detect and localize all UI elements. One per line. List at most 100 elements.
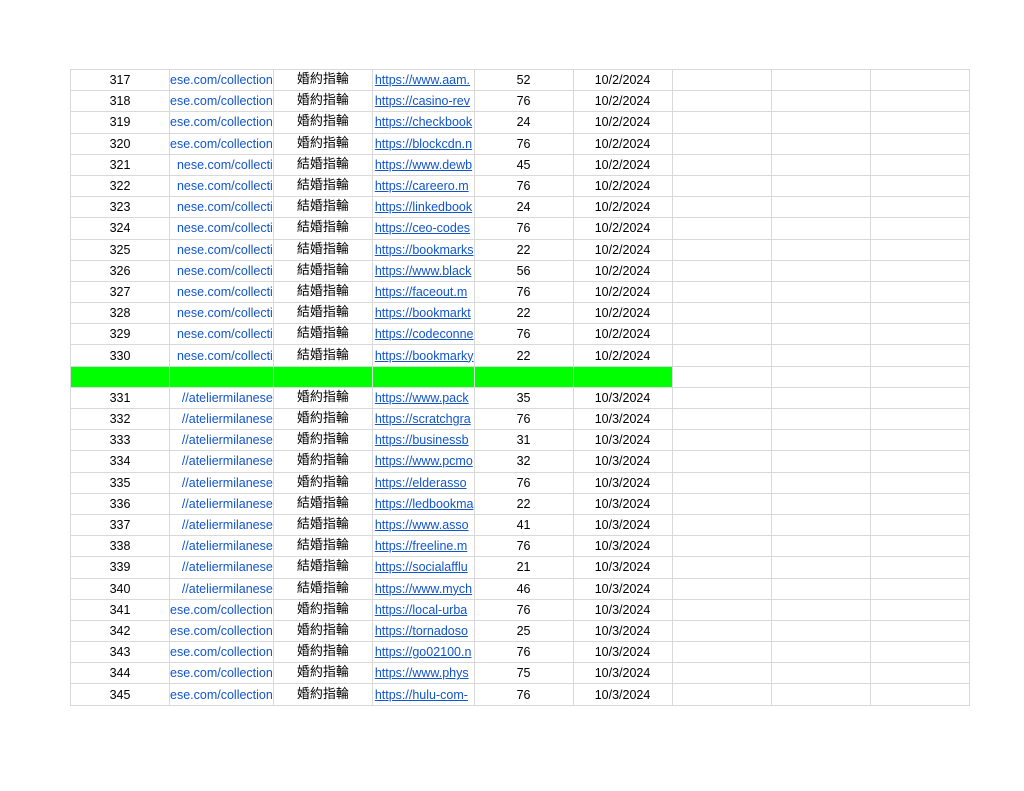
- date-cell[interactable]: 10/3/2024: [572, 556, 673, 579]
- page-url-cell[interactable]: ese.com/collection: [169, 111, 274, 134]
- highlighted-cell[interactable]: [272, 365, 373, 388]
- page-url-cell[interactable]: nese.com/collecti: [169, 196, 274, 219]
- backlink-url-link[interactable]: https://linkedbook: [375, 200, 472, 214]
- backlink-url-cell[interactable]: https://careero.m: [371, 174, 475, 198]
- backlink-url-link[interactable]: https://elderasso: [375, 476, 467, 490]
- empty-cell[interactable]: [869, 577, 970, 600]
- page-url-cell[interactable]: ese.com/collection: [169, 683, 274, 706]
- row-number-cell[interactable]: 337: [70, 513, 170, 537]
- empty-cell[interactable]: [869, 196, 970, 219]
- score-cell[interactable]: 76: [473, 280, 574, 304]
- empty-cell[interactable]: [770, 323, 871, 346]
- empty-cell[interactable]: [869, 68, 970, 92]
- keyword-cell[interactable]: 婚約指輪: [272, 68, 373, 92]
- backlink-url-cell[interactable]: https://www.dewb: [371, 153, 475, 176]
- date-cell[interactable]: 10/2/2024: [572, 217, 673, 240]
- score-cell[interactable]: 24: [473, 111, 574, 134]
- empty-cell[interactable]: [671, 641, 772, 664]
- row-number-cell[interactable]: 342: [70, 619, 170, 643]
- empty-cell[interactable]: [770, 280, 871, 304]
- date-cell[interactable]: 10/2/2024: [572, 153, 673, 176]
- backlink-url-link[interactable]: https://casino-rev: [375, 94, 470, 108]
- row-number-cell[interactable]: 328: [70, 302, 170, 325]
- empty-cell[interactable]: [869, 429, 970, 452]
- score-cell[interactable]: 76: [473, 174, 574, 198]
- empty-cell[interactable]: [671, 196, 772, 219]
- backlink-url-link[interactable]: https://ceo-codes: [375, 221, 470, 235]
- page-url-cell[interactable]: nese.com/collecti: [169, 302, 274, 325]
- empty-cell[interactable]: [869, 280, 970, 304]
- backlink-url-cell[interactable]: https://scratchgra: [371, 407, 475, 431]
- empty-cell[interactable]: [770, 217, 871, 240]
- empty-cell[interactable]: [770, 365, 871, 388]
- keyword-cell[interactable]: 婚約指輪: [272, 429, 373, 452]
- keyword-cell[interactable]: 結婚指輪: [272, 535, 373, 558]
- row-number-cell[interactable]: 333: [70, 429, 170, 452]
- empty-cell[interactable]: [869, 407, 970, 431]
- backlink-url-link[interactable]: https://www.dewb: [375, 158, 472, 172]
- row-number-cell[interactable]: 331: [70, 386, 170, 410]
- page-url-cell[interactable]: ese.com/collection: [169, 598, 274, 621]
- empty-cell[interactable]: [869, 471, 970, 494]
- score-cell[interactable]: 46: [473, 577, 574, 600]
- empty-cell[interactable]: [770, 683, 871, 706]
- date-cell[interactable]: 10/2/2024: [572, 259, 673, 282]
- date-cell[interactable]: 10/2/2024: [572, 302, 673, 325]
- backlink-url-link[interactable]: https://www.pack: [375, 391, 469, 405]
- page-url-cell[interactable]: //ateliermilanese: [169, 386, 274, 410]
- score-cell[interactable]: 76: [473, 407, 574, 431]
- backlink-url-cell[interactable]: https://freeline.m: [371, 535, 475, 558]
- keyword-cell[interactable]: 婚約指輪: [272, 90, 373, 113]
- empty-cell[interactable]: [671, 174, 772, 198]
- score-cell[interactable]: 56: [473, 259, 574, 282]
- page-url-cell[interactable]: //ateliermilanese: [169, 492, 274, 515]
- backlink-url-cell[interactable]: https://linkedbook: [371, 196, 475, 219]
- row-number-cell[interactable]: 317: [70, 68, 170, 92]
- empty-cell[interactable]: [869, 450, 970, 473]
- empty-cell[interactable]: [671, 513, 772, 537]
- empty-cell[interactable]: [671, 259, 772, 282]
- empty-cell[interactable]: [770, 238, 871, 261]
- backlink-url-cell[interactable]: https://bookmarky: [371, 344, 475, 367]
- backlink-url-cell[interactable]: https://ledbookma: [371, 492, 475, 515]
- keyword-cell[interactable]: 結婚指輪: [272, 153, 373, 176]
- row-number-cell[interactable]: 338: [70, 535, 170, 558]
- empty-cell[interactable]: [671, 238, 772, 261]
- date-cell[interactable]: 10/3/2024: [572, 386, 673, 410]
- empty-cell[interactable]: [869, 619, 970, 643]
- empty-cell[interactable]: [671, 111, 772, 134]
- keyword-cell[interactable]: 婚約指輪: [272, 407, 373, 431]
- highlighted-cell[interactable]: [70, 365, 170, 388]
- backlink-url-cell[interactable]: https://ceo-codes: [371, 217, 475, 240]
- page-url-cell[interactable]: nese.com/collecti: [169, 259, 274, 282]
- backlink-url-link[interactable]: https://go02100.n: [375, 645, 472, 659]
- keyword-cell[interactable]: 結婚指輪: [272, 492, 373, 515]
- empty-cell[interactable]: [671, 386, 772, 410]
- date-cell[interactable]: 10/2/2024: [572, 132, 673, 155]
- empty-cell[interactable]: [770, 68, 871, 92]
- row-number-cell[interactable]: 321: [70, 153, 170, 176]
- empty-cell[interactable]: [869, 556, 970, 579]
- keyword-cell[interactable]: 結婚指輪: [272, 323, 373, 346]
- empty-cell[interactable]: [671, 577, 772, 600]
- row-number-cell[interactable]: 326: [70, 259, 170, 282]
- score-cell[interactable]: 45: [473, 153, 574, 176]
- keyword-cell[interactable]: 婚約指輪: [272, 111, 373, 134]
- empty-cell[interactable]: [869, 90, 970, 113]
- date-cell[interactable]: 10/3/2024: [572, 662, 673, 685]
- page-url-cell[interactable]: //ateliermilanese: [169, 429, 274, 452]
- empty-cell[interactable]: [869, 132, 970, 155]
- empty-cell[interactable]: [869, 598, 970, 621]
- score-cell[interactable]: 76: [473, 598, 574, 621]
- empty-cell[interactable]: [671, 619, 772, 643]
- empty-cell[interactable]: [770, 577, 871, 600]
- keyword-cell[interactable]: 結婚指輪: [272, 217, 373, 240]
- backlink-url-link[interactable]: https://bookmarkt: [375, 306, 471, 320]
- backlink-url-cell[interactable]: https://www.black: [371, 259, 475, 282]
- score-cell[interactable]: 25: [473, 619, 574, 643]
- page-url-cell[interactable]: nese.com/collecti: [169, 238, 274, 261]
- empty-cell[interactable]: [869, 386, 970, 410]
- keyword-cell[interactable]: 結婚指輪: [272, 280, 373, 304]
- backlink-url-cell[interactable]: https://www.pack: [371, 386, 475, 410]
- empty-cell[interactable]: [770, 90, 871, 113]
